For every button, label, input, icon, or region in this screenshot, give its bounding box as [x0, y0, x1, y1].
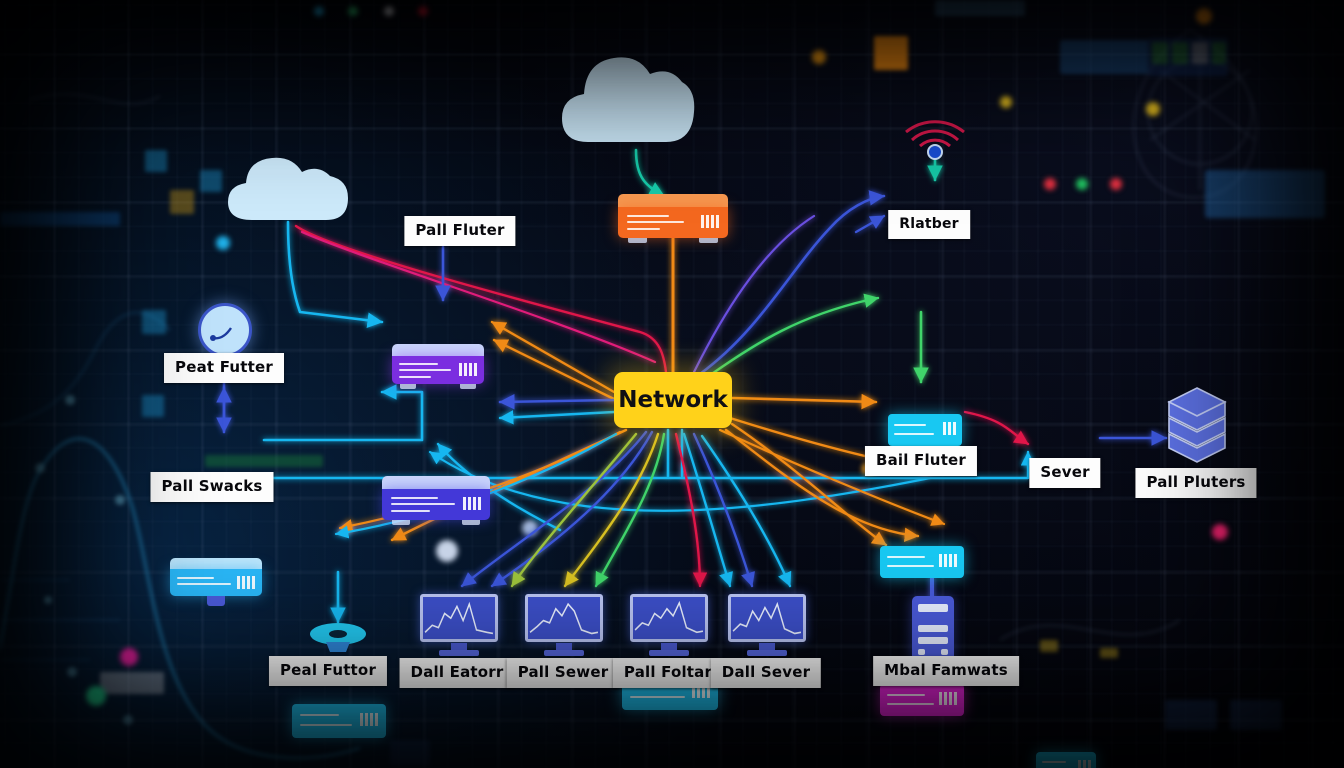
monitor-base — [543, 650, 585, 656]
monitor-neck — [759, 642, 775, 651]
switch-sever[interactable] — [1036, 752, 1096, 768]
monitor-screen — [728, 594, 806, 643]
label-dall-eatorr: Dall Eatorr — [399, 658, 515, 688]
label-pall-fluter: Pall Fluter — [404, 216, 516, 246]
switch-ports — [360, 712, 379, 726]
monitor-dall-eatorr[interactable] — [420, 594, 498, 656]
monitor-screen — [525, 594, 603, 643]
monitor-dall-sever[interactable] — [728, 594, 806, 656]
monitor-base — [648, 650, 690, 656]
router-front-face — [880, 684, 964, 716]
switch-ports — [236, 576, 255, 590]
router-ports — [943, 422, 957, 436]
switch-front-face — [170, 569, 262, 596]
network-hub[interactable]: Network — [614, 372, 732, 428]
router-purple[interactable] — [392, 344, 484, 389]
label-pall-pluters: Pall Pluters — [1135, 468, 1257, 498]
database-pall-pluters[interactable] — [1166, 386, 1228, 468]
router-front-face — [618, 207, 728, 238]
router-ports — [463, 497, 482, 511]
switch-front-face — [292, 704, 386, 738]
router-indigo[interactable] — [382, 476, 490, 525]
label-mbal-famwats: Mbal Famwats — [873, 656, 1019, 686]
server-chassis — [912, 596, 954, 662]
router-ports — [701, 215, 720, 229]
router-cyan-right[interactable] — [880, 546, 964, 578]
monitor-pall-sewer[interactable] — [525, 594, 603, 656]
disk-peal-futtor[interactable] — [308, 622, 368, 656]
router-front-face — [880, 546, 964, 578]
router-front-face — [888, 414, 962, 446]
router-wifi[interactable] — [888, 414, 962, 454]
cloud-top[interactable] — [556, 48, 698, 148]
label-pall-sewer: Pall Sewer — [506, 658, 620, 688]
label-rlatber: Rlatber — [888, 210, 970, 239]
monitor-base — [438, 650, 480, 656]
monitor-screen — [420, 594, 498, 643]
router-front-face — [382, 489, 490, 520]
label-peat-futter: Peat Futter — [164, 353, 284, 383]
cloud-left[interactable] — [222, 150, 354, 224]
router-ports — [458, 363, 477, 377]
switch-ports — [1078, 760, 1092, 768]
switch-pall-swacks[interactable] — [170, 558, 262, 606]
satellite-dish-icon — [198, 303, 252, 357]
disk-icon — [310, 623, 366, 652]
switch-left-low[interactable] — [292, 704, 386, 738]
monitor-pall-foltar[interactable] — [630, 594, 708, 656]
wifi-node-dot — [927, 144, 943, 160]
label-bail-fluter: Bail Fluter — [864, 446, 978, 476]
database-icon — [1167, 387, 1227, 463]
label-peal-futtor: Peal Futtor — [268, 656, 388, 686]
network-diagram-canvas: Pall Fluter Peat Futter Pall Swacks Rlat… — [0, 0, 1344, 768]
label-pall-foltar: Pall Foltar — [612, 658, 724, 688]
monitor-neck — [556, 642, 572, 651]
router-ports — [939, 692, 958, 706]
server-mbal-famwats[interactable] — [912, 596, 954, 662]
network-hub-label: Network — [618, 387, 728, 413]
router-ports — [939, 554, 958, 568]
router-orange[interactable] — [618, 194, 728, 243]
router-front-face — [392, 356, 484, 384]
router-magenta[interactable] — [880, 684, 964, 716]
label-sever: Sever — [1029, 458, 1101, 488]
monitor-base — [746, 650, 788, 656]
label-pall-swacks: Pall Swacks — [150, 472, 274, 502]
wifi-signal-icon — [905, 120, 965, 148]
monitor-neck — [661, 642, 677, 651]
monitor-neck — [451, 642, 467, 651]
switch-front-face — [1036, 752, 1096, 768]
monitor-screen — [630, 594, 708, 643]
label-dall-sever: Dall Sever — [710, 658, 822, 688]
node-peat-futter[interactable] — [198, 303, 252, 357]
